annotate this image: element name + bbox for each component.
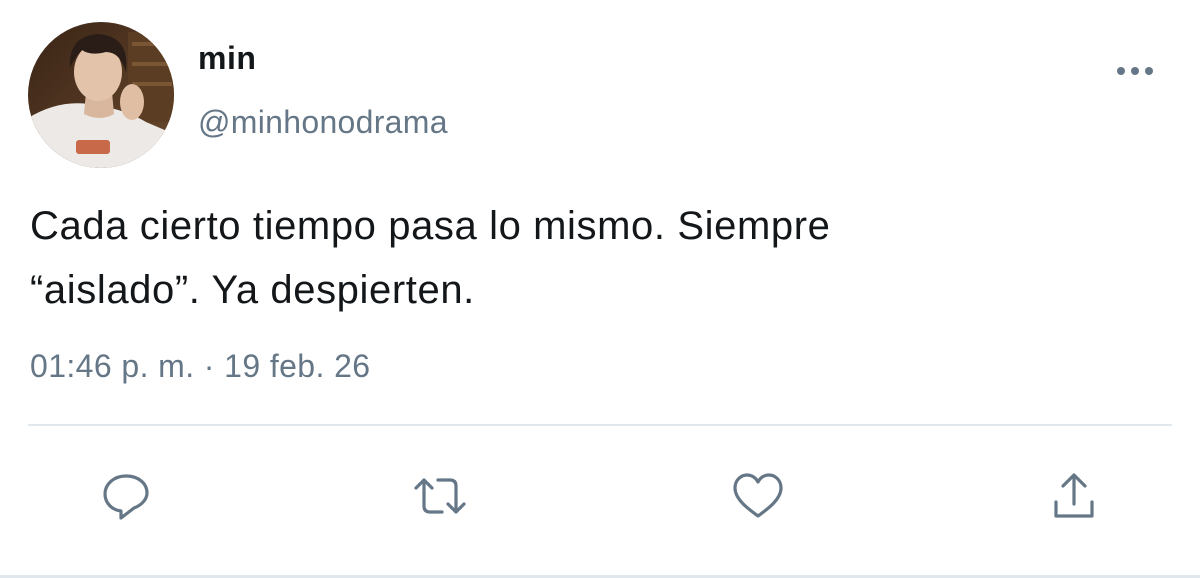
- reply-icon: [103, 474, 149, 520]
- more-options-button[interactable]: [1110, 56, 1160, 86]
- tweet-timestamp[interactable]: 01:46 p. m. · 19 feb. 26: [30, 348, 370, 385]
- tweet-text-line-1: Cada cierto tiempo pasa lo mismo. Siempr…: [30, 204, 831, 248]
- tweet-text-line-2: “aislado”. Ya despierten.: [30, 268, 475, 312]
- more-dots-icon: [1117, 67, 1153, 75]
- user-handle[interactable]: @minhonodrama: [198, 104, 448, 141]
- heart-icon: [733, 473, 783, 518]
- display-name[interactable]: min: [198, 40, 256, 77]
- avatar-photo: [28, 22, 174, 168]
- share-icon: [1054, 473, 1094, 518]
- retweet-button[interactable]: [410, 466, 470, 526]
- avatar[interactable]: [28, 22, 174, 168]
- retweet-icon: [414, 478, 466, 514]
- tweet-text: Cada cierto tiempo pasa lo mismo. Siempr…: [30, 194, 1150, 322]
- divider: [28, 424, 1172, 426]
- like-button[interactable]: [728, 466, 788, 526]
- reply-button[interactable]: [96, 466, 156, 526]
- tweet-card: min @minhonodrama Cada cierto tiempo pas…: [0, 0, 1200, 578]
- share-button[interactable]: [1044, 466, 1104, 526]
